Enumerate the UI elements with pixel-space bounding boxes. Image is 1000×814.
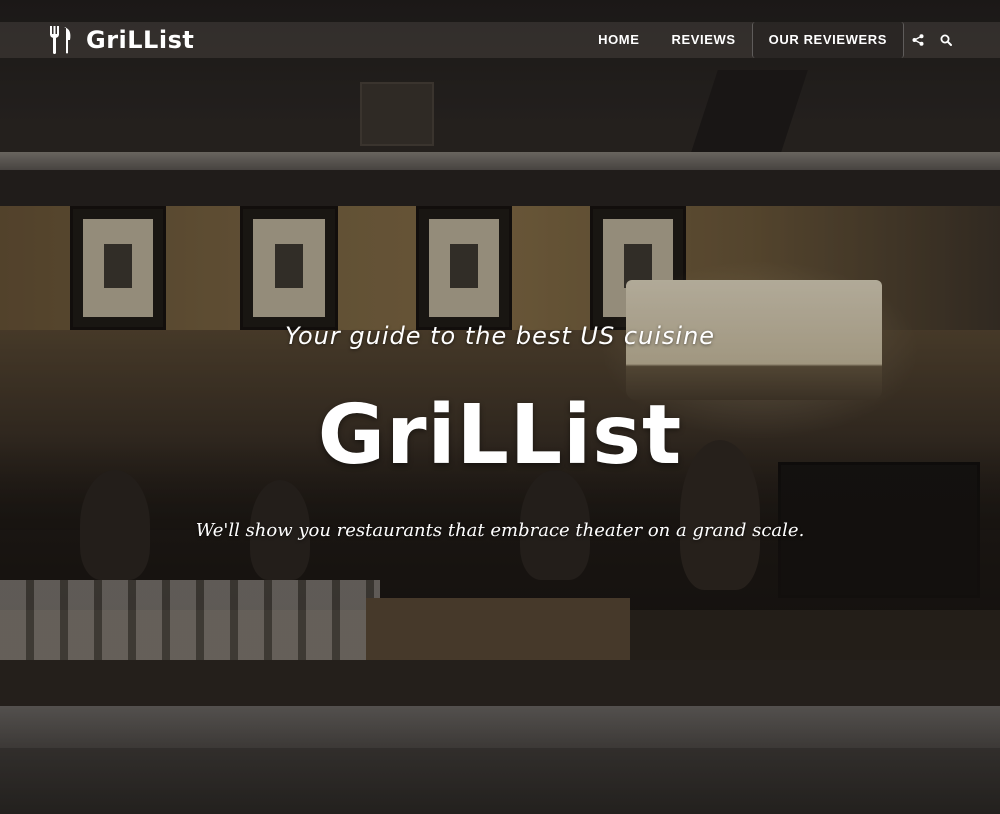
hero-subtitle: We'll show you restaurants that embrace … [195,520,805,541]
hero-section: Your guide to the best US cuisine GriLLi… [0,0,1000,814]
page: GriLList Home Reviews Our Reviewers [0,0,1000,814]
hero-title: GriLList [317,388,683,483]
hero-tagline: Your guide to the best US cuisine [284,322,716,350]
